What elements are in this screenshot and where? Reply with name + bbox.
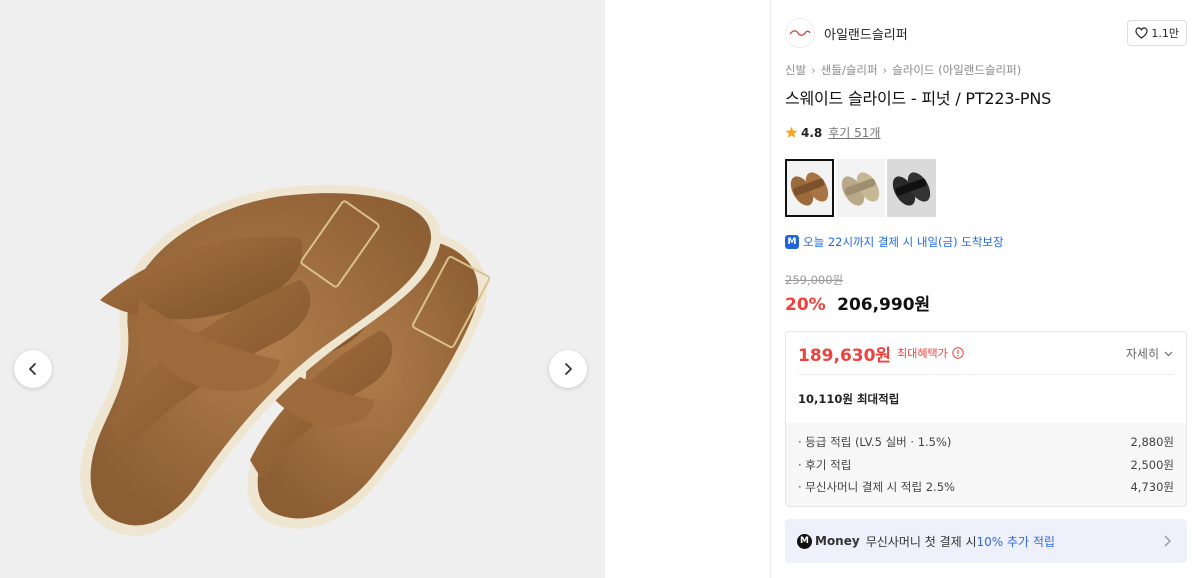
points-item-value: 2,880원	[1130, 435, 1174, 450]
money-banner-text: 무신사머니 첫 결제 시	[865, 534, 977, 549]
breadcrumb-item[interactable]: 샌들/슬리퍼	[821, 62, 878, 78]
breadcrumb: 신발 › 샌들/슬리퍼 › 슬라이드 (아일랜드슬리퍼)	[785, 62, 1021, 78]
chevron-down-icon	[1164, 351, 1173, 357]
review-count-link[interactable]: 후기 51개	[828, 124, 880, 141]
chevron-right-icon	[1164, 535, 1171, 547]
musinsa-money-banner[interactable]: M Money 무신사머니 첫 결제 시 10% 추가 적립	[785, 519, 1187, 563]
points-item-label: · 후기 적립	[798, 457, 852, 472]
max-benefit-label: 최대혜택가	[897, 347, 948, 360]
discount-rate: 20%	[785, 295, 826, 315]
points-item: · 후기 적립 2,500원	[798, 454, 1174, 477]
color-option-black[interactable]	[887, 159, 936, 217]
chevron-left-icon	[29, 363, 36, 375]
points-item: · 등급 적립 (LV.5 실버 · 1.5%) 2,880원	[798, 431, 1174, 454]
points-item-value: 4,730원	[1130, 480, 1174, 495]
detail-toggle[interactable]: 자세히	[1126, 345, 1174, 362]
money-banner-highlight: 10% 추가 적립	[976, 534, 1055, 549]
rating-score: 4.8	[801, 125, 823, 140]
heart-icon	[1135, 27, 1148, 39]
color-option-brown[interactable]	[785, 159, 834, 217]
like-count: 1.1만	[1151, 27, 1179, 40]
points-breakdown: · 등급 적립 (LV.5 실버 · 1.5%) 2,880원 · 후기 적립 …	[786, 423, 1186, 506]
chevron-right-icon: ›	[882, 63, 888, 77]
gallery-next-button[interactable]	[549, 350, 587, 388]
brand-name[interactable]: 아일랜드슬리퍼	[824, 24, 908, 43]
price-row: 20% 206,990원	[785, 290, 930, 315]
money-brand: Money	[815, 534, 860, 548]
max-benefit-price: 189,630원	[798, 345, 892, 366]
points-item: · 무신사머니 결제 시 적립 2.5% 4,730원	[798, 476, 1174, 499]
max-points: 10,110원 최대적립	[798, 392, 900, 406]
breadcrumb-item[interactable]: 슬라이드 (아일랜드슬리퍼)	[892, 62, 1021, 78]
breadcrumb-item[interactable]: 신발	[785, 62, 806, 78]
sale-price: 206,990원	[837, 295, 931, 315]
original-price: 259,000원	[785, 273, 844, 287]
delivery-guarantee: M 오늘 22시까지 결제 시 내일(금) 도착보장	[785, 234, 1004, 250]
gallery-prev-button[interactable]	[14, 350, 52, 388]
product-title: 스웨이드 슬라이드 - 피넛 / PT223-PNS	[785, 89, 1052, 108]
points-item-label: · 무신사머니 결제 시 적립 2.5%	[798, 480, 955, 495]
product-image-gallery	[0, 0, 605, 578]
chevron-right-icon: ›	[811, 63, 816, 77]
product-image	[80, 184, 491, 536]
panel-divider	[770, 0, 771, 578]
rating: 4.8 후기 51개	[785, 124, 880, 141]
delivery-badge-icon: M	[785, 235, 799, 249]
delivery-text: 오늘 22시까지 결제 시 내일(금) 도착보장	[803, 235, 1004, 249]
points-item-value: 2,500원	[1130, 457, 1174, 472]
detail-label: 자세히	[1125, 347, 1159, 361]
star-icon	[785, 126, 798, 138]
points-item-label: · 등급 적립 (LV.5 실버 · 1.5%)	[798, 435, 952, 450]
product-info-panel: 아일랜드슬리퍼 1.1만 신발 › 샌들/슬리퍼 › 슬라이드 (아일랜드슬리퍼…	[785, 0, 1187, 578]
info-icon[interactable]	[951, 347, 964, 359]
benefit-box: 189,630원 최대혜택가 자세히 10,110원 최대적립 · 등급 적립 …	[785, 331, 1187, 507]
max-benefit-row: 189,630원 최대혜택가 자세히	[786, 332, 1186, 374]
color-options	[785, 159, 938, 217]
chevron-right-icon	[565, 363, 572, 375]
money-logo-icon: M	[797, 533, 812, 549]
color-option-beige[interactable]	[836, 159, 885, 217]
brand-logo-icon[interactable]	[785, 18, 815, 48]
like-button[interactable]: 1.1만	[1127, 20, 1187, 46]
brand-row: 아일랜드슬리퍼 1.1만	[785, 18, 1187, 48]
